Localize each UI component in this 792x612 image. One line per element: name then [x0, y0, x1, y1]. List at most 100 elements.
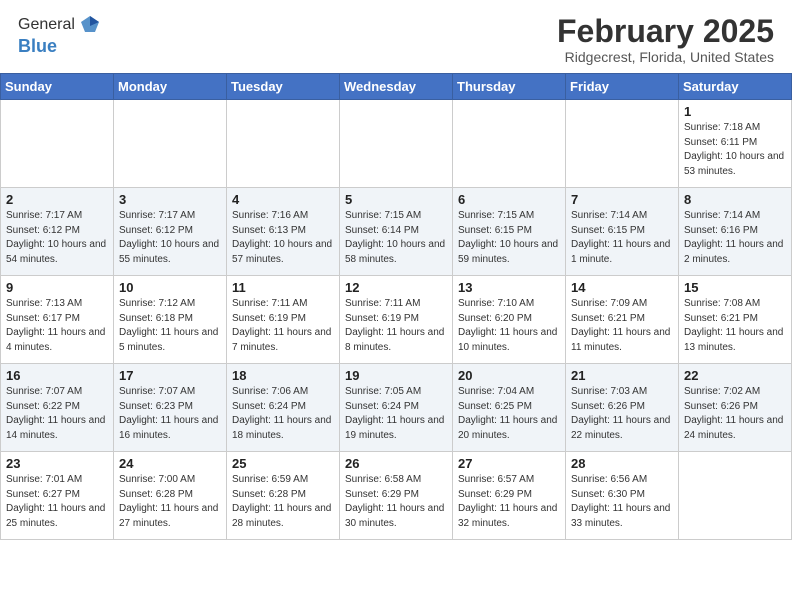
- header-thursday: Thursday: [453, 74, 566, 100]
- calendar-cell: 23 Sunrise: 7:01 AM Sunset: 6:27 PM Dayli…: [1, 452, 114, 540]
- day-number: 4: [232, 192, 334, 207]
- day-number: 22: [684, 368, 786, 383]
- weekday-header-row: Sunday Monday Tuesday Wednesday Thursday…: [1, 74, 792, 100]
- logo: General Blue: [18, 14, 101, 57]
- logo-flag-icon: [79, 14, 101, 36]
- calendar-cell: 10 Sunrise: 7:12 AM Sunset: 6:18 PM Dayli…: [114, 276, 227, 364]
- day-info: Sunrise: 7:07 AM Sunset: 6:22 PM Dayligh…: [6, 385, 108, 443]
- day-info: Sunrise: 7:04 AM Sunset: 6:25 PM Dayligh…: [458, 385, 560, 443]
- calendar-cell: [340, 100, 453, 188]
- calendar-cell: 24Sunrise: 7:00 AM Sunset: 6:28 PM Dayli…: [114, 452, 227, 540]
- calendar-cell: 18 Sunrise: 7:06 AM Sunset: 6:24 PM Dayli…: [227, 364, 340, 452]
- title-block: February 2025 Ridgecrest, Florida, Unite…: [557, 14, 774, 65]
- day-info: Sunrise: 7:15 AM Sunset: 6:15 PM Dayligh…: [458, 209, 560, 267]
- calendar-cell: 2 Sunrise: 7:17 AM Sunset: 6:12 PM Daylig…: [1, 188, 114, 276]
- day-number: 2: [6, 192, 108, 207]
- day-info: Sunrise: 7:10 AM Sunset: 6:20 PM Dayligh…: [458, 297, 560, 355]
- calendar-cell: 19 Sunrise: 7:05 AM Sunset: 6:24 PM Dayli…: [340, 364, 453, 452]
- day-number: 6: [458, 192, 560, 207]
- calendar-cell: [566, 100, 679, 188]
- calendar-week-row: 2 Sunrise: 7:17 AM Sunset: 6:12 PM Daylig…: [1, 188, 792, 276]
- day-info: Sunrise: 6:58 AM Sunset: 6:29 PM Dayligh…: [345, 473, 447, 531]
- logo-general-text: General: [18, 16, 75, 34]
- day-number: 12: [345, 280, 447, 295]
- calendar-cell: 25 Sunrise: 6:59 AM Sunset: 6:28 PM Dayli…: [227, 452, 340, 540]
- day-info: Sunrise: 7:12 AM Sunset: 6:18 PM Dayligh…: [119, 297, 221, 355]
- day-info: Sunrise: 7:17 AM Sunset: 6:12 PM Dayligh…: [119, 209, 221, 267]
- calendar-cell: 22 Sunrise: 7:02 AM Sunset: 6:26 PM Dayli…: [679, 364, 792, 452]
- calendar-cell: 17Sunrise: 7:07 AM Sunset: 6:23 PM Dayli…: [114, 364, 227, 452]
- day-info: Sunrise: 7:08 AM Sunset: 6:21 PM Dayligh…: [684, 297, 786, 355]
- location: Ridgecrest, Florida, United States: [557, 49, 774, 65]
- calendar-cell: [114, 100, 227, 188]
- day-info: Sunrise: 7:14 AM Sunset: 6:16 PM Dayligh…: [684, 209, 786, 267]
- calendar-cell: 7 Sunrise: 7:14 AM Sunset: 6:15 PM Daylig…: [566, 188, 679, 276]
- day-info: Sunrise: 7:06 AM Sunset: 6:24 PM Dayligh…: [232, 385, 334, 443]
- day-info: Sunrise: 7:02 AM Sunset: 6:26 PM Dayligh…: [684, 385, 786, 443]
- day-number: 15: [684, 280, 786, 295]
- day-info: Sunrise: 7:11 AM Sunset: 6:19 PM Dayligh…: [345, 297, 447, 355]
- calendar-cell: 20 Sunrise: 7:04 AM Sunset: 6:25 PM Dayli…: [453, 364, 566, 452]
- header-tuesday: Tuesday: [227, 74, 340, 100]
- day-number: 23: [6, 456, 108, 471]
- calendar-cell: 13Sunrise: 7:10 AM Sunset: 6:20 PM Dayli…: [453, 276, 566, 364]
- day-info: Sunrise: 6:59 AM Sunset: 6:28 PM Dayligh…: [232, 473, 334, 531]
- day-number: 19: [345, 368, 447, 383]
- day-info: Sunrise: 7:09 AM Sunset: 6:21 PM Dayligh…: [571, 297, 673, 355]
- day-number: 3: [119, 192, 221, 207]
- header: General Blue February 2025 Ridgecrest, F…: [0, 0, 792, 73]
- calendar-cell: [1, 100, 114, 188]
- calendar-table: Sunday Monday Tuesday Wednesday Thursday…: [0, 73, 792, 540]
- calendar-cell: 9 Sunrise: 7:13 AM Sunset: 6:17 PM Daylig…: [1, 276, 114, 364]
- calendar-cell: [679, 452, 792, 540]
- day-info: Sunrise: 7:05 AM Sunset: 6:24 PM Dayligh…: [345, 385, 447, 443]
- day-number: 20: [458, 368, 560, 383]
- calendar-cell: [227, 100, 340, 188]
- logo-blue-text: Blue: [18, 36, 57, 56]
- month-title: February 2025: [557, 14, 774, 49]
- calendar-cell: 1 Sunrise: 7:18 AM Sunset: 6:11 PM Daylig…: [679, 100, 792, 188]
- day-number: 5: [345, 192, 447, 207]
- day-number: 9: [6, 280, 108, 295]
- calendar-cell: 3 Sunrise: 7:17 AM Sunset: 6:12 PM Daylig…: [114, 188, 227, 276]
- day-number: 14: [571, 280, 673, 295]
- day-info: Sunrise: 7:18 AM Sunset: 6:11 PM Dayligh…: [684, 121, 786, 179]
- day-number: 17: [119, 368, 221, 383]
- day-number: 16: [6, 368, 108, 383]
- header-monday: Monday: [114, 74, 227, 100]
- calendar-cell: 15 Sunrise: 7:08 AM Sunset: 6:21 PM Dayli…: [679, 276, 792, 364]
- day-number: 18: [232, 368, 334, 383]
- calendar-cell: 27 Sunrise: 6:57 AM Sunset: 6:29 PM Dayli…: [453, 452, 566, 540]
- day-info: Sunrise: 7:00 AM Sunset: 6:28 PM Dayligh…: [119, 473, 221, 531]
- day-info: Sunrise: 7:17 AM Sunset: 6:12 PM Dayligh…: [6, 209, 108, 267]
- day-number: 1: [684, 104, 786, 119]
- calendar-week-row: 1 Sunrise: 7:18 AM Sunset: 6:11 PM Daylig…: [1, 100, 792, 188]
- day-info: Sunrise: 7:14 AM Sunset: 6:15 PM Dayligh…: [571, 209, 673, 267]
- day-info: Sunrise: 7:13 AM Sunset: 6:17 PM Dayligh…: [6, 297, 108, 355]
- day-number: 27: [458, 456, 560, 471]
- day-number: 7: [571, 192, 673, 207]
- day-info: Sunrise: 7:01 AM Sunset: 6:27 PM Dayligh…: [6, 473, 108, 531]
- calendar-cell: 16 Sunrise: 7:07 AM Sunset: 6:22 PM Dayli…: [1, 364, 114, 452]
- day-info: Sunrise: 7:03 AM Sunset: 6:26 PM Dayligh…: [571, 385, 673, 443]
- day-number: 26: [345, 456, 447, 471]
- day-number: 11: [232, 280, 334, 295]
- header-saturday: Saturday: [679, 74, 792, 100]
- day-number: 25: [232, 456, 334, 471]
- calendar-cell: 5 Sunrise: 7:15 AM Sunset: 6:14 PM Daylig…: [340, 188, 453, 276]
- calendar-cell: 8 Sunrise: 7:14 AM Sunset: 6:16 PM Daylig…: [679, 188, 792, 276]
- day-number: 10: [119, 280, 221, 295]
- calendar-cell: 28Sunrise: 6:56 AM Sunset: 6:30 PM Dayli…: [566, 452, 679, 540]
- calendar-cell: 6 Sunrise: 7:15 AM Sunset: 6:15 PM Daylig…: [453, 188, 566, 276]
- calendar-body: 1 Sunrise: 7:18 AM Sunset: 6:11 PM Daylig…: [1, 100, 792, 540]
- day-info: Sunrise: 7:15 AM Sunset: 6:14 PM Dayligh…: [345, 209, 447, 267]
- header-wednesday: Wednesday: [340, 74, 453, 100]
- header-friday: Friday: [566, 74, 679, 100]
- page: General Blue February 2025 Ridgecrest, F…: [0, 0, 792, 612]
- day-info: Sunrise: 6:56 AM Sunset: 6:30 PM Dayligh…: [571, 473, 673, 531]
- day-info: Sunrise: 6:57 AM Sunset: 6:29 PM Dayligh…: [458, 473, 560, 531]
- day-info: Sunrise: 7:11 AM Sunset: 6:19 PM Dayligh…: [232, 297, 334, 355]
- calendar-cell: 14 Sunrise: 7:09 AM Sunset: 6:21 PM Dayli…: [566, 276, 679, 364]
- day-number: 8: [684, 192, 786, 207]
- calendar-cell: [453, 100, 566, 188]
